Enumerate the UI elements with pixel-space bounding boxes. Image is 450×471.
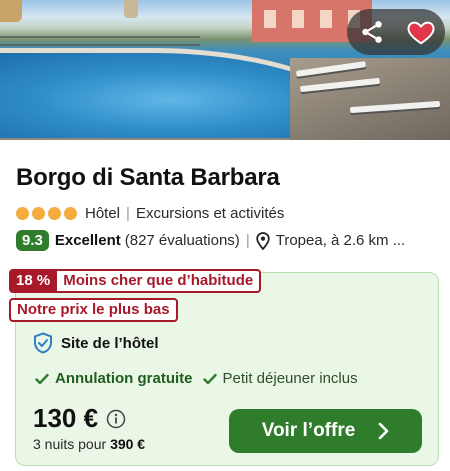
provider-name: Site de l’hôtel <box>61 334 159 352</box>
perk-item: Petit déjeuner inclus <box>202 370 358 387</box>
star-dot-icon <box>32 207 45 220</box>
hotel-type: Hôtel <box>85 205 121 222</box>
price-row: 130 € <box>33 403 126 434</box>
chevron-right-icon <box>378 422 389 440</box>
perk-label: Annulation gratuite <box>55 370 193 387</box>
discount-label: Moins cher que d’habitude <box>57 269 262 293</box>
location-pin-icon <box>256 231 270 250</box>
view-offer-button[interactable]: Voir l’offre <box>229 409 422 453</box>
star-dot-icon <box>64 207 77 220</box>
perks-row: Annulation gratuite Petit déjeuner inclu… <box>35 370 358 387</box>
total-price: 390 € <box>110 436 146 452</box>
hotel-meta: Hôtel | Excursions et activités <box>16 205 284 222</box>
discount-badge: 18 % Moins cher que d’habitude <box>9 269 262 293</box>
perk-label: Petit déjeuner inclus <box>222 370 358 387</box>
favorite-button[interactable] <box>396 9 445 55</box>
perk-item: Annulation gratuite <box>35 370 193 387</box>
railing-shape <box>0 36 200 46</box>
star-dot-icon <box>16 207 29 220</box>
nightly-price: 130 € <box>33 403 99 433</box>
discount-percent: 18 % <box>9 269 58 293</box>
view-offer-label: Voir l’offre <box>261 420 356 441</box>
star-rating <box>16 207 77 220</box>
check-icon <box>202 373 217 384</box>
location-text: Tropea, à 2.6 km ... <box>275 232 406 249</box>
photo-actions <box>347 9 445 55</box>
shield-check-icon <box>34 332 52 354</box>
star-dot-icon <box>48 207 61 220</box>
lowest-price-badge: Notre prix le plus bas <box>9 298 178 322</box>
share-icon <box>361 21 382 43</box>
info-icon[interactable] <box>106 409 126 429</box>
parasol-shape <box>0 0 22 22</box>
hotel-name[interactable]: Borgo di Santa Barbara <box>16 164 280 192</box>
nights-label: 3 nuits pour <box>33 436 111 452</box>
review-count: (827 évaluations) <box>124 232 240 249</box>
parasol-shape <box>124 0 138 18</box>
divider: | <box>126 205 130 222</box>
rating-label: Excellent <box>54 232 121 249</box>
divider: | <box>245 232 250 249</box>
heart-icon <box>407 21 434 45</box>
provider-row: Site de l’hôtel <box>33 332 159 354</box>
share-button[interactable] <box>347 9 396 55</box>
rating-row[interactable]: 9.3 Excellent (827 évaluations) | Tropea… <box>16 230 405 251</box>
hotel-category: Excursions et activités <box>135 205 285 222</box>
check-icon <box>35 373 49 384</box>
total-price-line: 3 nuits pour 390 € <box>33 436 145 452</box>
score-badge: 9.3 <box>16 230 49 251</box>
